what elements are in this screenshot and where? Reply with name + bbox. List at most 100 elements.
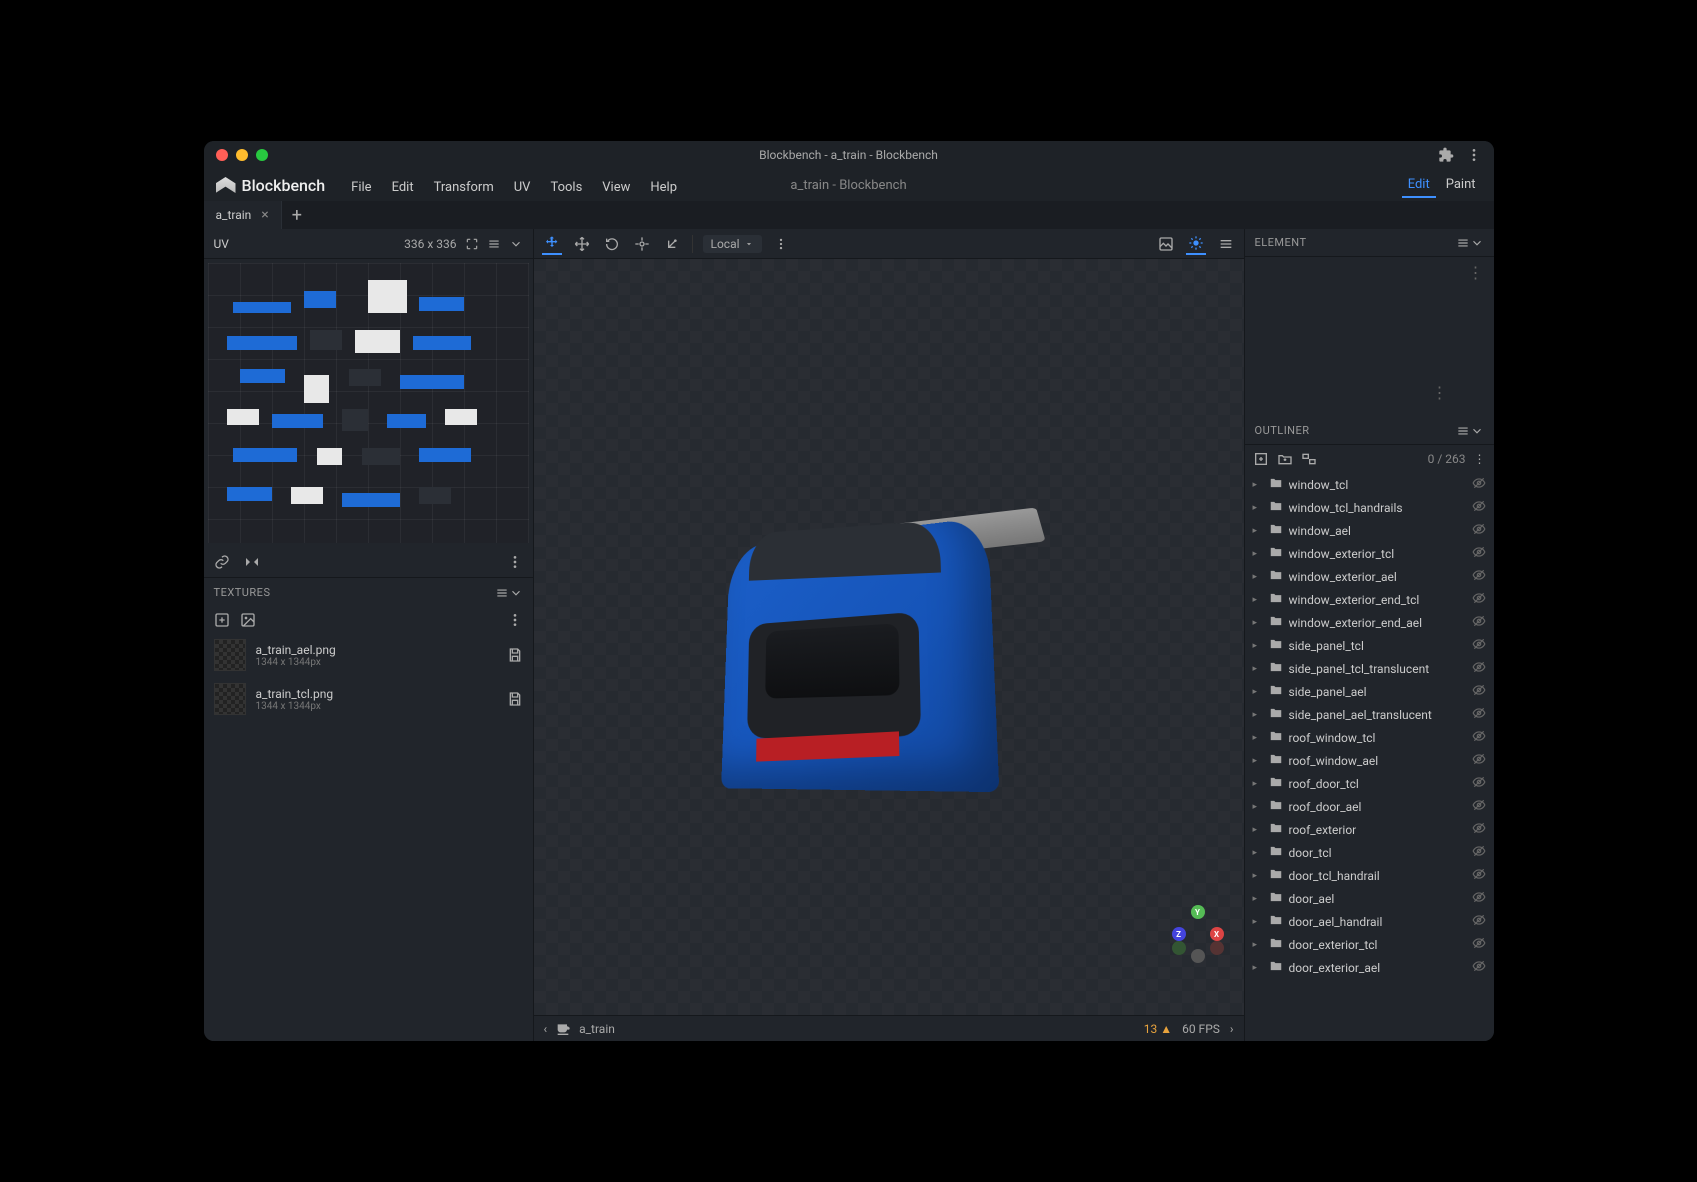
outliner-item[interactable]: ▸ window_exterior_ael [1245,565,1494,588]
uv-preview[interactable] [208,263,529,543]
texture-item[interactable]: a_train_tcl.png 1344 x 1344px [204,677,533,721]
visibility-icon[interactable] [1472,844,1486,861]
add-tab-button[interactable]: + [282,205,312,226]
background-icon[interactable] [1156,233,1176,255]
chevron-right-icon[interactable]: ▸ [1253,664,1263,674]
visibility-icon[interactable] [1472,637,1486,654]
close-tab-button[interactable]: × [261,207,268,223]
mode-paint[interactable]: Paint [1440,173,1482,198]
visibility-icon[interactable] [1472,545,1486,562]
visibility-icon[interactable] [1472,476,1486,493]
menu-edit[interactable]: Edit [382,180,424,195]
outliner-item[interactable]: ▸ side_panel_ael_translucent [1245,703,1494,726]
visibility-icon[interactable] [1472,683,1486,700]
maximize-window-button[interactable] [256,149,268,161]
create-texture-icon[interactable] [240,612,256,628]
visibility-icon[interactable] [1472,522,1486,539]
outliner-item[interactable]: ▸ roof_window_ael [1245,749,1494,772]
outliner-item[interactable]: ▸ side_panel_tcl [1245,634,1494,657]
menu-lines-icon[interactable] [1456,424,1470,438]
rotate-tool-icon[interactable] [602,234,622,254]
add-group-icon[interactable] [1277,451,1293,467]
warning-count[interactable]: 13 ▲ [1144,1022,1172,1036]
axis-gizmo[interactable]: Y X Z [1168,905,1228,965]
menu-lines-icon[interactable] [1456,236,1470,250]
chevron-right-icon[interactable]: ▸ [1253,756,1263,766]
chevron-right-icon[interactable]: ▸ [1253,526,1263,536]
outliner-item[interactable]: ▸ door_exterior_ael [1245,956,1494,979]
texture-item[interactable]: a_train_ael.png 1344 x 1344px [204,633,533,677]
outliner-item[interactable]: ▸ window_ael [1245,519,1494,542]
kebab-icon[interactable]: ⋮ [1422,377,1458,408]
visibility-icon[interactable] [1472,568,1486,585]
visibility-icon[interactable] [1472,614,1486,631]
chevron-right-icon[interactable]: ▸ [1253,940,1263,950]
import-texture-icon[interactable] [214,612,230,628]
save-icon[interactable] [507,647,523,663]
chevron-right-icon[interactable]: ▸ [1253,871,1263,881]
visibility-icon[interactable] [1472,959,1486,976]
outliner-item[interactable]: ▸ door_tcl [1245,841,1494,864]
kebab-icon[interactable]: ⋮ [1458,257,1494,288]
chevron-right-icon[interactable]: ▸ [1253,480,1263,490]
visibility-icon[interactable] [1472,821,1486,838]
chevron-right-icon[interactable]: ▸ [1253,618,1263,628]
outliner-item[interactable]: ▸ side_panel_ael [1245,680,1494,703]
chevron-down-icon[interactable] [509,237,523,251]
outliner-item[interactable]: ▸ door_tcl_handrail [1245,864,1494,887]
transform-space-dropdown[interactable]: Local [703,235,762,253]
chevron-right-icon[interactable]: ▸ [1253,641,1263,651]
toggle-options-icon[interactable] [1301,451,1317,467]
outliner-item[interactable]: ▸ roof_exterior [1245,818,1494,841]
menu-uv[interactable]: UV [504,180,541,195]
chevron-down-icon[interactable] [1470,236,1484,250]
visibility-icon[interactable] [1472,913,1486,930]
visibility-icon[interactable] [1472,752,1486,769]
kebab-icon[interactable] [772,235,790,253]
chevron-right-icon[interactable]: ▸ [1253,733,1263,743]
visibility-icon[interactable] [1472,775,1486,792]
outliner-item[interactable]: ▸ door_exterior_tcl [1245,933,1494,956]
kebab-menu-icon[interactable] [1466,147,1482,163]
visibility-icon[interactable] [1472,660,1486,677]
chevron-right-icon[interactable]: ▸ [1253,802,1263,812]
shading-icon[interactable] [1186,233,1206,255]
chevron-left-icon[interactable]: ‹ [544,1022,548,1036]
move-tool-icon[interactable] [542,233,562,255]
menu-tools[interactable]: Tools [540,180,592,195]
outliner-item[interactable]: ▸ window_exterior_end_ael [1245,611,1494,634]
chevron-right-icon[interactable]: ▸ [1253,572,1263,582]
outliner-item[interactable]: ▸ door_ael_handrail [1245,910,1494,933]
pivot-tool-icon[interactable] [632,234,652,254]
app-logo[interactable]: Blockbench [216,176,326,195]
chevron-right-icon[interactable]: ▸ [1253,549,1263,559]
menu-lines-icon[interactable] [495,586,509,600]
outliner-item[interactable]: ▸ window_exterior_end_tcl [1245,588,1494,611]
visibility-icon[interactable] [1472,890,1486,907]
visibility-icon[interactable] [1472,798,1486,815]
link-icon[interactable] [214,554,230,570]
visibility-icon[interactable] [1472,936,1486,953]
chevron-right-icon[interactable]: ▸ [1253,595,1263,605]
menu-help[interactable]: Help [640,180,687,195]
visibility-icon[interactable] [1472,729,1486,746]
fullscreen-icon[interactable] [465,237,479,251]
project-tab[interactable]: a_train × [204,201,282,229]
menu-view[interactable]: View [592,180,640,195]
menu-lines-icon[interactable] [1216,233,1236,255]
visibility-icon[interactable] [1472,706,1486,723]
chevron-right-icon[interactable]: › [1230,1022,1234,1036]
minimize-window-button[interactable] [236,149,248,161]
kebab-icon[interactable] [507,554,523,570]
vertex-snap-icon[interactable] [662,234,682,254]
chevron-right-icon[interactable]: ▸ [1253,848,1263,858]
save-icon[interactable] [507,691,523,707]
menu-file[interactable]: File [341,180,381,195]
outliner-item[interactable]: ▸ door_ael [1245,887,1494,910]
outliner-item[interactable]: ▸ window_tcl_handrails [1245,496,1494,519]
chevron-right-icon[interactable]: ▸ [1253,687,1263,697]
visibility-icon[interactable] [1472,591,1486,608]
visibility-icon[interactable] [1472,867,1486,884]
menu-lines-icon[interactable] [487,237,501,251]
chevron-right-icon[interactable]: ▸ [1253,710,1263,720]
